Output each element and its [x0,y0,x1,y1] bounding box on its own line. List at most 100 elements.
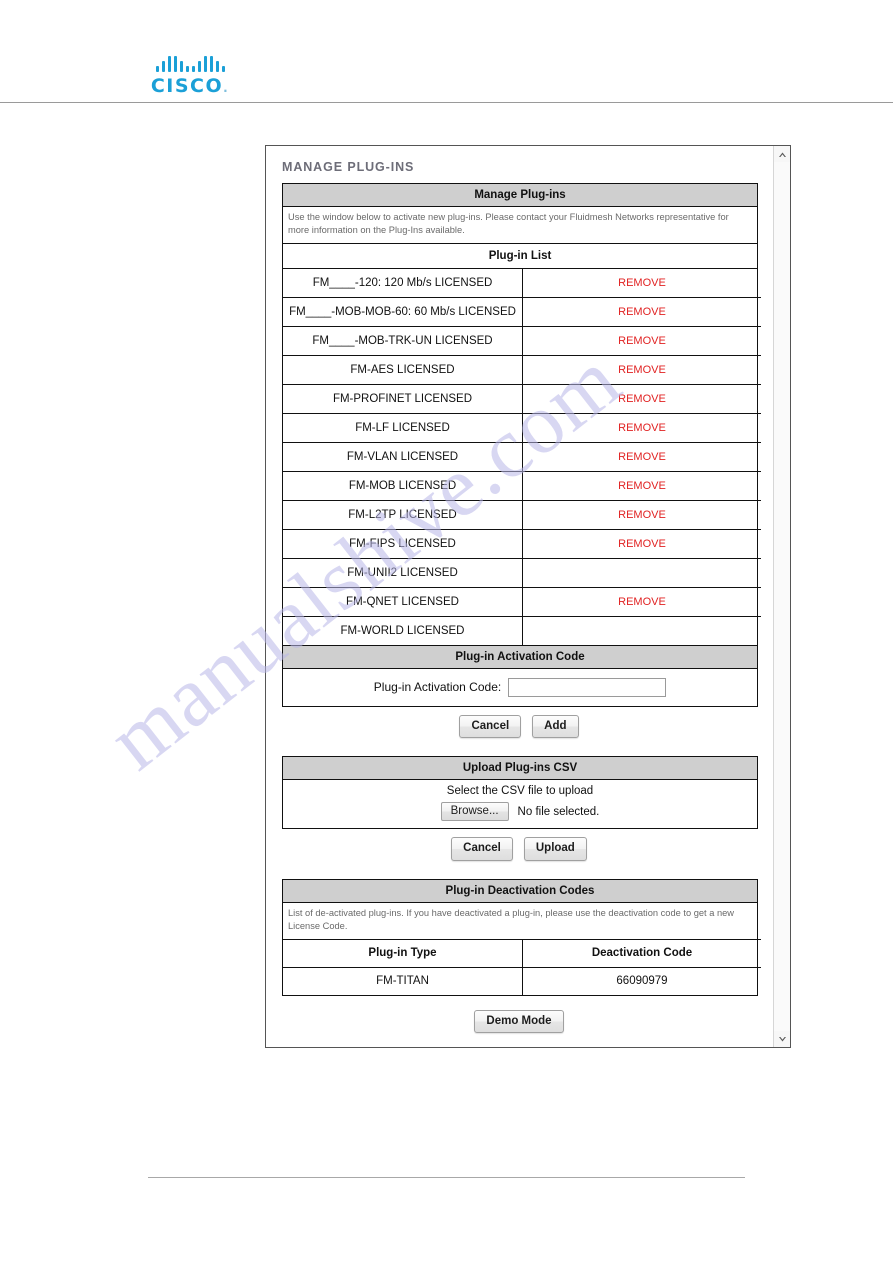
plugin-name-cell: FM-WORLD LICENSED [283,615,523,645]
demo-mode-button[interactable]: Demo Mode [474,1009,564,1033]
plugin-action-cell: REMOVE [522,586,761,617]
remove-plugin-link[interactable]: REMOVE [618,277,666,289]
plugin-action-cell [522,557,761,588]
table-row: FM-LF LICENSED REMOVE [283,412,761,443]
table-row: FM-PROFINET LICENSED REMOVE [283,383,761,414]
panel-scrollbar[interactable] [773,146,790,1047]
header-divider [0,102,893,103]
plugin-name-cell: FM-FIPS LICENSED [283,528,523,559]
chevron-down-icon [779,1036,786,1041]
manage-plugins-block: Manage Plug-ins Use the window below to … [282,183,762,707]
browse-button[interactable]: Browse... [440,802,509,822]
activation-code-label: Plug-in Activation Code: [373,680,502,695]
table-row: FM-AES LICENSED REMOVE [283,354,761,385]
deactivation-col-type: Plug-in Type [283,938,523,968]
plugin-name-cell: FM____-120: 120 Mb/s LICENSED [283,268,523,298]
plugin-action-cell: REMOVE [522,383,761,414]
table-row: FM-MOB LICENSED REMOVE [283,470,761,501]
activation-cancel-button[interactable]: Cancel [459,714,522,739]
manage-plugins-description: Use the window below to activate new plu… [283,207,757,244]
deactivation-table-body: FM-TITAN 66090979 [283,967,761,995]
plugin-action-cell: REMOVE [523,269,762,298]
plugin-action-cell: REMOVE [522,499,761,530]
activation-code-row: Plug-in Activation Code: [283,668,757,706]
panel-content-area: MANAGE PLUG-INS Manage Plug-ins Use the … [266,146,773,1047]
file-status-text: No file selected. [517,805,600,818]
plugin-name-cell: FM-VLAN LICENSED [283,441,523,472]
plugin-list-header: Plug-in List [283,243,757,269]
demo-mode-row: Demo Mode [282,1009,756,1033]
deactivation-type-cell: FM-TITAN [283,967,523,995]
upload-csv-caption: Select the CSV file to upload [446,785,594,798]
deactivation-table-head: Plug-in Type Deactivation Code [283,938,761,968]
remove-plugin-link[interactable]: REMOVE [618,364,666,376]
manage-plugins-header: Manage Plug-ins [283,184,757,207]
upload-csv-header: Upload Plug-ins CSV [283,757,757,781]
deactivation-codes-block: Plug-in Deactivation Codes List of de-ac… [282,878,761,996]
scrollbar-down-button[interactable] [774,1031,791,1047]
file-picker-row: Browse... No file selected. [283,802,757,822]
cisco-logo-bars [148,56,232,72]
cisco-logo: CISCO. [148,56,232,97]
remove-plugin-link[interactable]: REMOVE [618,509,666,521]
deactivation-col-code: Deactivation Code [522,938,761,968]
upload-submit-button[interactable]: Upload [523,837,587,861]
plugin-name-cell: FM-L2TP LICENSED [283,499,523,530]
upload-cancel-button[interactable]: Cancel [451,837,513,861]
plugin-name-cell: FM-QNET LICENSED [283,586,523,617]
upload-csv-body: Select the CSV file to upload Browse... … [283,780,757,829]
deactivation-codes-header: Plug-in Deactivation Codes [283,879,757,903]
footer-divider [148,1177,745,1178]
table-row: FM____-MOB-TRK-UN LICENSED REMOVE [283,325,761,356]
table-row: FM-L2TP LICENSED REMOVE [283,499,761,530]
plugin-name-cell: FM____-MOB-TRK-UN LICENSED [283,325,523,356]
plugin-action-cell: REMOVE [522,528,761,559]
table-row: FM-FIPS LICENSED REMOVE [283,528,761,559]
remove-plugin-link[interactable]: REMOVE [618,422,666,434]
plugin-list-body: FM____-120: 120 Mb/s LICENSED REMOVE FM___… [283,268,762,645]
activation-code-header: Plug-in Activation Code [283,644,757,669]
table-row: FM-TITAN 66090979 [283,967,761,995]
deactivation-header-row: Plug-in Type Deactivation Code [283,938,761,968]
plugin-action-cell: REMOVE [522,412,761,443]
plugin-action-cell: REMOVE [522,296,761,327]
plugin-action-cell: REMOVE [522,325,761,356]
remove-plugin-link[interactable]: REMOVE [618,538,666,550]
plugin-name-cell: FM-AES LICENSED [283,354,523,385]
plugin-action-cell: REMOVE [522,470,761,501]
remove-plugin-link[interactable]: REMOVE [618,480,666,492]
activation-add-button[interactable]: Add [532,714,579,739]
table-row: FM____-MOB-MOB-60: 60 Mb/s LICENSED REMOV… [283,296,761,327]
remove-plugin-link[interactable]: REMOVE [618,596,666,608]
plugin-name-cell: FM-LF LICENSED [283,412,523,443]
plugin-action-cell: REMOVE [522,354,761,385]
activation-code-input[interactable] [508,677,667,697]
remove-plugin-link[interactable]: REMOVE [618,451,666,463]
chevron-up-icon [779,152,786,157]
plugin-name-cell: FM-UNII2 LICENSED [283,557,523,588]
deactivation-table: Plug-in Type Deactivation Code FM-TITAN 6… [283,938,761,995]
plugin-name-cell: FM____-MOB-MOB-60: 60 Mb/s LICENSED [283,296,523,327]
table-row: FM-VLAN LICENSED REMOVE [283,441,761,472]
upload-csv-block: Upload Plug-ins CSV Select the CSV file … [282,756,758,830]
plugin-action-cell: REMOVE [522,441,761,472]
remove-plugin-link[interactable]: REMOVE [618,393,666,405]
cisco-wordmark: CISCO. [150,75,230,97]
screenshot-panel: MANAGE PLUG-INS Manage Plug-ins Use the … [265,145,791,1048]
table-row: FM____-120: 120 Mb/s LICENSED REMOVE [283,268,762,298]
plugin-name-cell: FM-MOB LICENSED [283,470,523,501]
plugin-name-cell: FM-PROFINET LICENSED [283,383,523,414]
remove-plugin-link[interactable]: REMOVE [618,335,666,347]
table-row: FM-QNET LICENSED REMOVE [283,586,761,617]
plugin-action-cell [522,615,761,645]
scrollbar-track[interactable] [774,162,790,1031]
table-row: FM-UNII2 LICENSED [283,557,761,588]
table-row: FM-WORLD LICENSED [283,615,761,645]
scrollbar-up-button[interactable] [774,146,791,162]
remove-plugin-link[interactable]: REMOVE [618,306,666,318]
plugin-list-table: FM____-120: 120 Mb/s LICENSED REMOVE FM___… [283,268,762,645]
upload-button-row: Cancel Upload [282,837,756,861]
deactivation-description: List of de-activated plug-ins. If you ha… [288,907,735,932]
deactivation-code-cell: 66090979 [616,975,668,988]
activation-button-row: Cancel Add [282,714,756,739]
